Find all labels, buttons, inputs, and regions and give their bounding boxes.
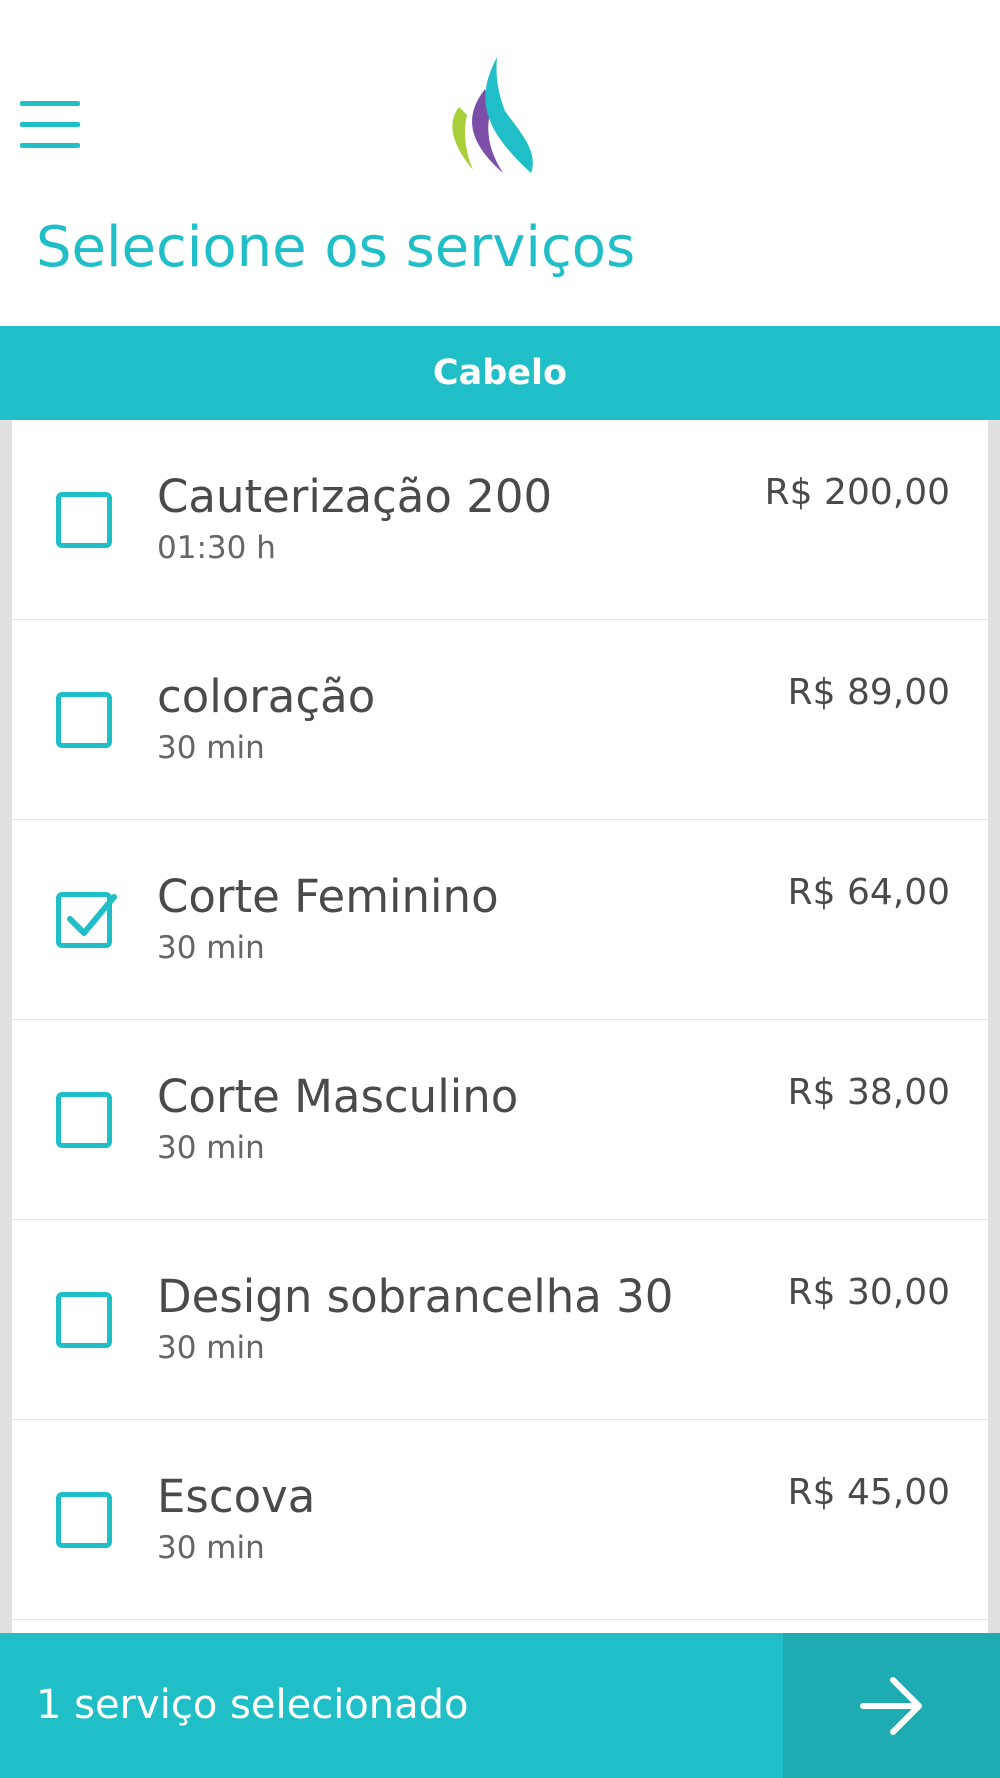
- service-name: Corte Masculino: [157, 1070, 519, 1123]
- service-price: R$ 38,00: [787, 1072, 950, 1113]
- selection-footer: 1 serviço selecionado: [0, 1633, 1000, 1778]
- hamburger-menu-icon[interactable]: [18, 95, 84, 155]
- arrow-right-icon: [860, 1677, 922, 1735]
- service-price: R$ 30,00: [787, 1272, 950, 1313]
- app-header: Selecione os serviços: [0, 0, 1000, 326]
- service-checkbox[interactable]: [56, 1492, 112, 1548]
- checkmark-icon: [67, 894, 117, 936]
- service-price: R$ 64,00: [787, 872, 950, 913]
- service-item[interactable]: Design sobrancelha 30 30 min R$ 30,00: [12, 1220, 988, 1420]
- service-checkbox[interactable]: [56, 1092, 112, 1148]
- selection-summary: 1 serviço selecionado: [36, 1682, 469, 1728]
- service-duration: 01:30 h: [157, 530, 276, 566]
- page-title: Selecione os serviços: [36, 215, 636, 280]
- service-duration: 30 min: [157, 730, 265, 766]
- service-duration: 30 min: [157, 930, 265, 966]
- service-name: coloração: [157, 670, 376, 723]
- service-name: Corte Feminino: [157, 870, 499, 923]
- service-name: Design sobrancelha 30: [157, 1270, 674, 1323]
- next-button[interactable]: [783, 1633, 1000, 1778]
- service-item[interactable]: Escova 30 min R$ 45,00: [12, 1420, 988, 1620]
- service-item[interactable]: Corte Feminino 30 min R$ 64,00: [12, 820, 988, 1020]
- service-list: Cauterização 200 01:30 h R$ 200,00 color…: [12, 420, 988, 1633]
- service-price: R$ 45,00: [787, 1472, 950, 1513]
- service-price: R$ 200,00: [764, 472, 950, 513]
- service-duration: 30 min: [157, 1130, 265, 1166]
- service-item[interactable]: coloração 30 min R$ 89,00: [12, 620, 988, 820]
- service-item[interactable]: Cauterização 200 01:30 h R$ 200,00: [12, 420, 988, 620]
- service-duration: 30 min: [157, 1330, 265, 1366]
- service-checkbox[interactable]: [56, 492, 112, 548]
- service-checkbox[interactable]: [56, 692, 112, 748]
- service-checkbox-checked[interactable]: [56, 892, 117, 948]
- flame-logo-icon: [452, 57, 533, 173]
- service-item[interactable]: Corte Masculino 30 min R$ 38,00: [12, 1020, 988, 1220]
- category-header: Cabelo: [0, 326, 1000, 420]
- service-list-container: Cauterização 200 01:30 h R$ 200,00 color…: [0, 420, 1000, 1633]
- service-price: R$ 89,00: [787, 672, 950, 713]
- service-name: Escova: [157, 1470, 316, 1523]
- service-name: Cauterização 200: [157, 470, 553, 523]
- service-checkbox[interactable]: [56, 1292, 112, 1348]
- service-duration: 30 min: [157, 1530, 265, 1566]
